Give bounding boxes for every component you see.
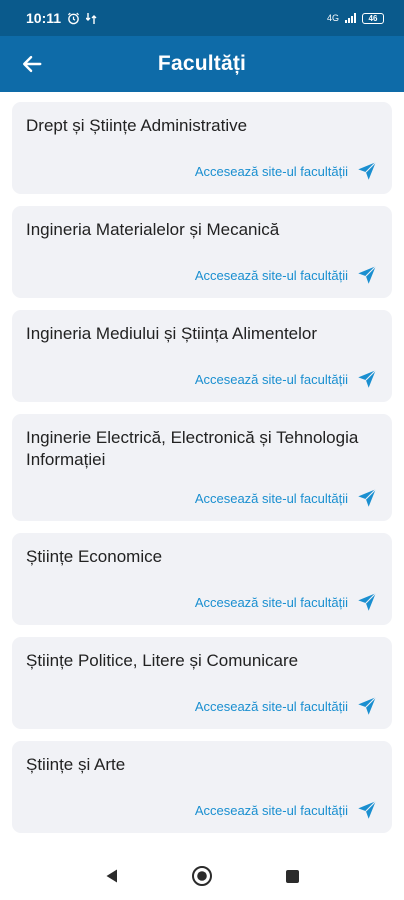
battery-level: 46 — [368, 13, 378, 23]
faculty-site-link-label: Accesează site-ul facultății — [194, 490, 348, 506]
faculty-name: Științe și Arte — [26, 755, 126, 774]
send-icon — [358, 488, 377, 507]
faculty-card: Științe Politice, Litere și Comunicare A… — [12, 637, 392, 729]
faculty-site-link-label: Accesează site-ul facultății — [194, 594, 348, 610]
status-bar: 10:11 4G 46 — [0, 0, 404, 36]
faculty-site-link-label: Accesează site-ul facultății — [194, 267, 348, 283]
screen: 10:11 4G 46 Facultăți Drept și Științe A… — [0, 0, 404, 900]
faculty-card: Ingineria Mediului și Știința Alimentelo… — [12, 310, 392, 402]
arrow-left-icon — [23, 55, 42, 73]
nav-home-button[interactable] — [188, 862, 216, 890]
faculty-name: Științe Politice, Litere și Comunicare — [26, 651, 299, 670]
alarm-icon — [68, 12, 80, 24]
system-nav-bar — [0, 852, 404, 900]
faculty-site-link-label: Accesează site-ul facultății — [194, 163, 348, 179]
battery-icon: 46 — [362, 12, 384, 24]
faculty-card: Inginerie Electrică, Electronică și Tehn… — [12, 414, 392, 521]
nav-back-button[interactable] — [98, 862, 126, 890]
triangle-back-icon — [106, 869, 117, 883]
faculty-name: Științe Economice — [26, 547, 163, 566]
circle-home-icon — [192, 866, 212, 886]
send-icon — [358, 265, 377, 284]
faculty-name: Inginerie Electrică, Electronică și Tehn… — [26, 428, 359, 469]
faculty-site-link[interactable]: Accesează site-ul facultății — [26, 160, 378, 182]
faculty-name: Drept și Științe Administrative — [26, 116, 248, 135]
signal-icon — [345, 13, 356, 23]
faculty-site-link[interactable]: Accesează site-ul facultății — [26, 799, 378, 821]
sim-data-icon — [86, 12, 97, 24]
faculty-site-link[interactable]: Accesează site-ul facultății — [26, 695, 378, 717]
status-left: 10:11 — [26, 10, 97, 26]
faculty-site-link-label: Accesează site-ul facultății — [194, 371, 348, 387]
status-time: 10:11 — [26, 10, 62, 26]
status-right: 4G 46 — [326, 12, 384, 24]
send-icon — [358, 592, 377, 611]
send-icon — [358, 800, 377, 819]
page-title: Facultăți — [157, 52, 247, 75]
send-icon — [358, 369, 377, 388]
faculty-site-link-label: Accesează site-ul facultății — [194, 698, 348, 714]
send-icon — [358, 161, 377, 180]
faculty-card: Științe și Arte Accesează site-ul facult… — [12, 741, 392, 833]
nav-recents-button[interactable] — [278, 862, 306, 890]
faculty-list: Drept și Științe Administrative Acceseaz… — [0, 92, 404, 852]
send-icon — [358, 696, 377, 715]
faculty-name: Ingineria Materialelor și Mecanică — [26, 220, 280, 239]
faculty-card: Științe Economice Accesează site-ul facu… — [12, 533, 392, 625]
faculty-site-link[interactable]: Accesează site-ul facultății — [26, 591, 378, 613]
back-button[interactable] — [12, 44, 52, 84]
square-recents-icon — [285, 869, 299, 883]
faculty-card: Drept și Științe Administrative Acceseaz… — [12, 102, 392, 194]
faculty-site-link[interactable]: Accesează site-ul facultății — [26, 264, 378, 286]
faculty-site-link[interactable]: Accesează site-ul facultății — [26, 487, 378, 509]
faculty-card: Ingineria Materialelor și Mecanică Acces… — [12, 206, 392, 298]
faculty-site-link-label: Accesează site-ul facultății — [194, 802, 348, 818]
faculty-site-link[interactable]: Accesează site-ul facultății — [26, 368, 378, 390]
faculty-name: Ingineria Mediului și Știința Alimentelo… — [26, 324, 318, 343]
network-label: 4G — [326, 13, 339, 23]
app-bar: Facultăți — [0, 36, 404, 92]
